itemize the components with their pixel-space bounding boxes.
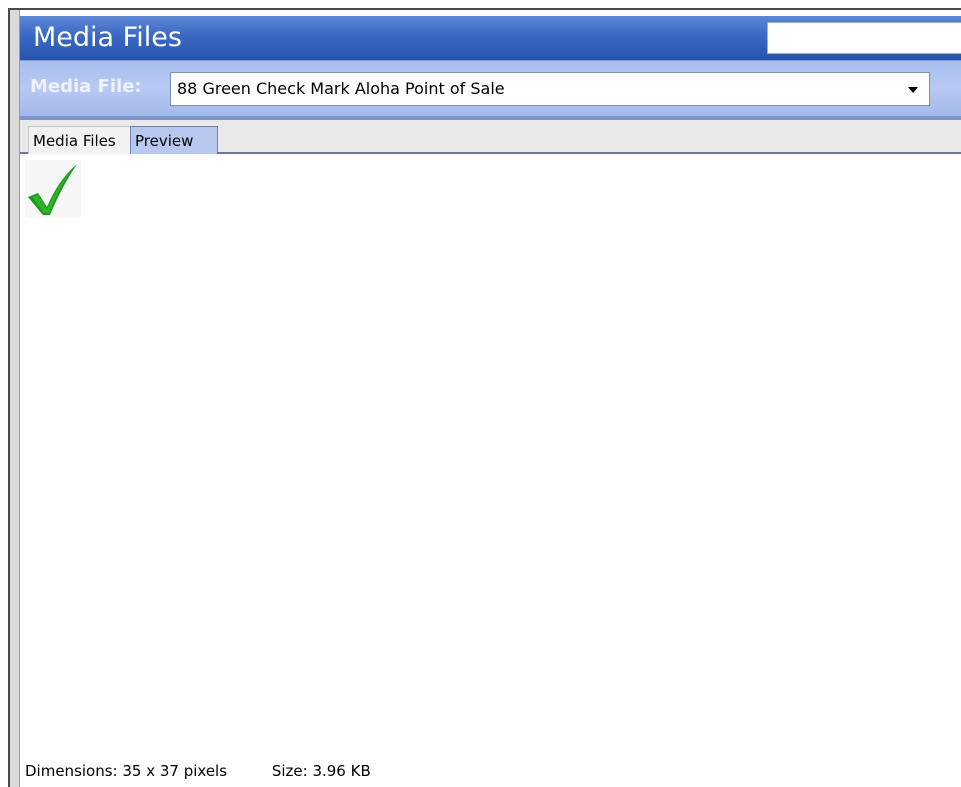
- image-dimensions: Dimensions: 35 x 37 pixels: [25, 762, 228, 780]
- title-search-input[interactable]: [767, 22, 961, 54]
- tab-media-files[interactable]: Media Files: [28, 126, 132, 156]
- page-title: Media Files: [33, 22, 182, 53]
- media-file-bar: Media File: 88 Green Check Mark Aloha Po…: [20, 60, 961, 116]
- preview-image: [25, 160, 81, 218]
- window-left-border: [10, 10, 20, 787]
- media-file-label: Media File:: [30, 76, 142, 97]
- green-check-mark-icon: [28, 164, 77, 215]
- media-file-select[interactable]: 88 Green Check Mark Aloha Point of Sale: [170, 72, 930, 106]
- tab-preview[interactable]: Preview: [130, 126, 218, 156]
- chevron-down-icon[interactable]: [905, 82, 921, 98]
- image-size: Size: 3.96 KB: [271, 762, 371, 780]
- tab-strip: Media Files Preview: [20, 116, 961, 156]
- preview-pane: [20, 154, 961, 787]
- media-file-selected-value: 88 Green Check Mark Aloha Point of Sale: [177, 79, 505, 98]
- title-bar: Media Files: [20, 16, 961, 60]
- status-bar: Dimensions: 35 x 37 pixels Size: 3.96 KB: [25, 761, 371, 781]
- media-files-window: Media Files Media File: 88 Green Check M…: [0, 0, 961, 787]
